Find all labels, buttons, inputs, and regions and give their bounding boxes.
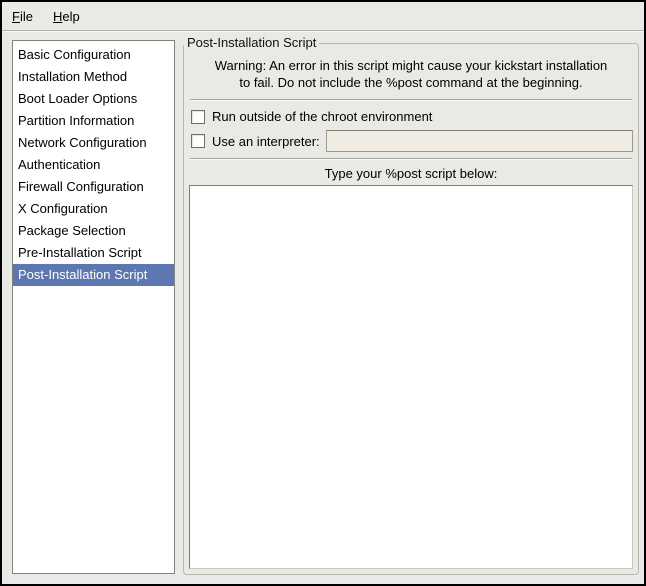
menu-help[interactable]: Help [43,2,90,30]
sidebar-item-x-configuration[interactable]: X Configuration [13,198,174,220]
chroot-row: Run outside of the chroot environment [189,109,633,124]
interpreter-checkbox-label: Use an interpreter: [212,134,320,149]
sidebar-item-package-selection[interactable]: Package Selection [13,220,174,242]
sidebar-item-authentication[interactable]: Authentication [13,154,174,176]
frame-title: Post-Installation Script [184,35,319,50]
menu-file-mnemonic: F [12,9,20,24]
sidebar-item-basic-configuration[interactable]: Basic Configuration [13,44,174,66]
separator-bottom [190,158,632,160]
sidebar-item-firewall-configuration[interactable]: Firewall Configuration [13,176,174,198]
app-window: File Help Basic Configuration Installati… [0,0,646,586]
post-installation-frame: Post-Installation Script Warning: An err… [183,43,639,575]
sidebar-item-installation-method[interactable]: Installation Method [13,66,174,88]
sidebar-item-boot-loader-options[interactable]: Boot Loader Options [13,88,174,110]
sidebar-item-post-installation-script[interactable]: Post-Installation Script [13,264,174,286]
chroot-checkbox-label: Run outside of the chroot environment [212,109,432,124]
menu-file-label: ile [20,9,33,24]
script-label: Type your %post script below: [189,166,633,181]
menu-help-mnemonic: H [53,9,62,24]
sidebar-list: Basic Configuration Installation Method … [12,40,175,574]
chroot-checkbox[interactable] [191,110,205,124]
sidebar-item-network-configuration[interactable]: Network Configuration [13,132,174,154]
sidebar-item-pre-installation-script[interactable]: Pre-Installation Script [13,242,174,264]
menu-file[interactable]: File [2,2,43,30]
interpreter-row: Use an interpreter: [189,130,633,152]
interpreter-input[interactable] [326,130,633,152]
post-script-textarea[interactable] [189,185,633,569]
sidebar-item-partition-information[interactable]: Partition Information [13,110,174,132]
interpreter-checkbox[interactable] [191,134,205,148]
warning-line-2: to fail. Do not include the %post comman… [189,74,633,91]
warning-text: Warning: An error in this script might c… [189,57,633,91]
menubar: File Help [2,2,644,31]
menu-help-label: elp [62,9,79,24]
separator-top [190,99,632,101]
warning-line-1: Warning: An error in this script might c… [189,57,633,74]
